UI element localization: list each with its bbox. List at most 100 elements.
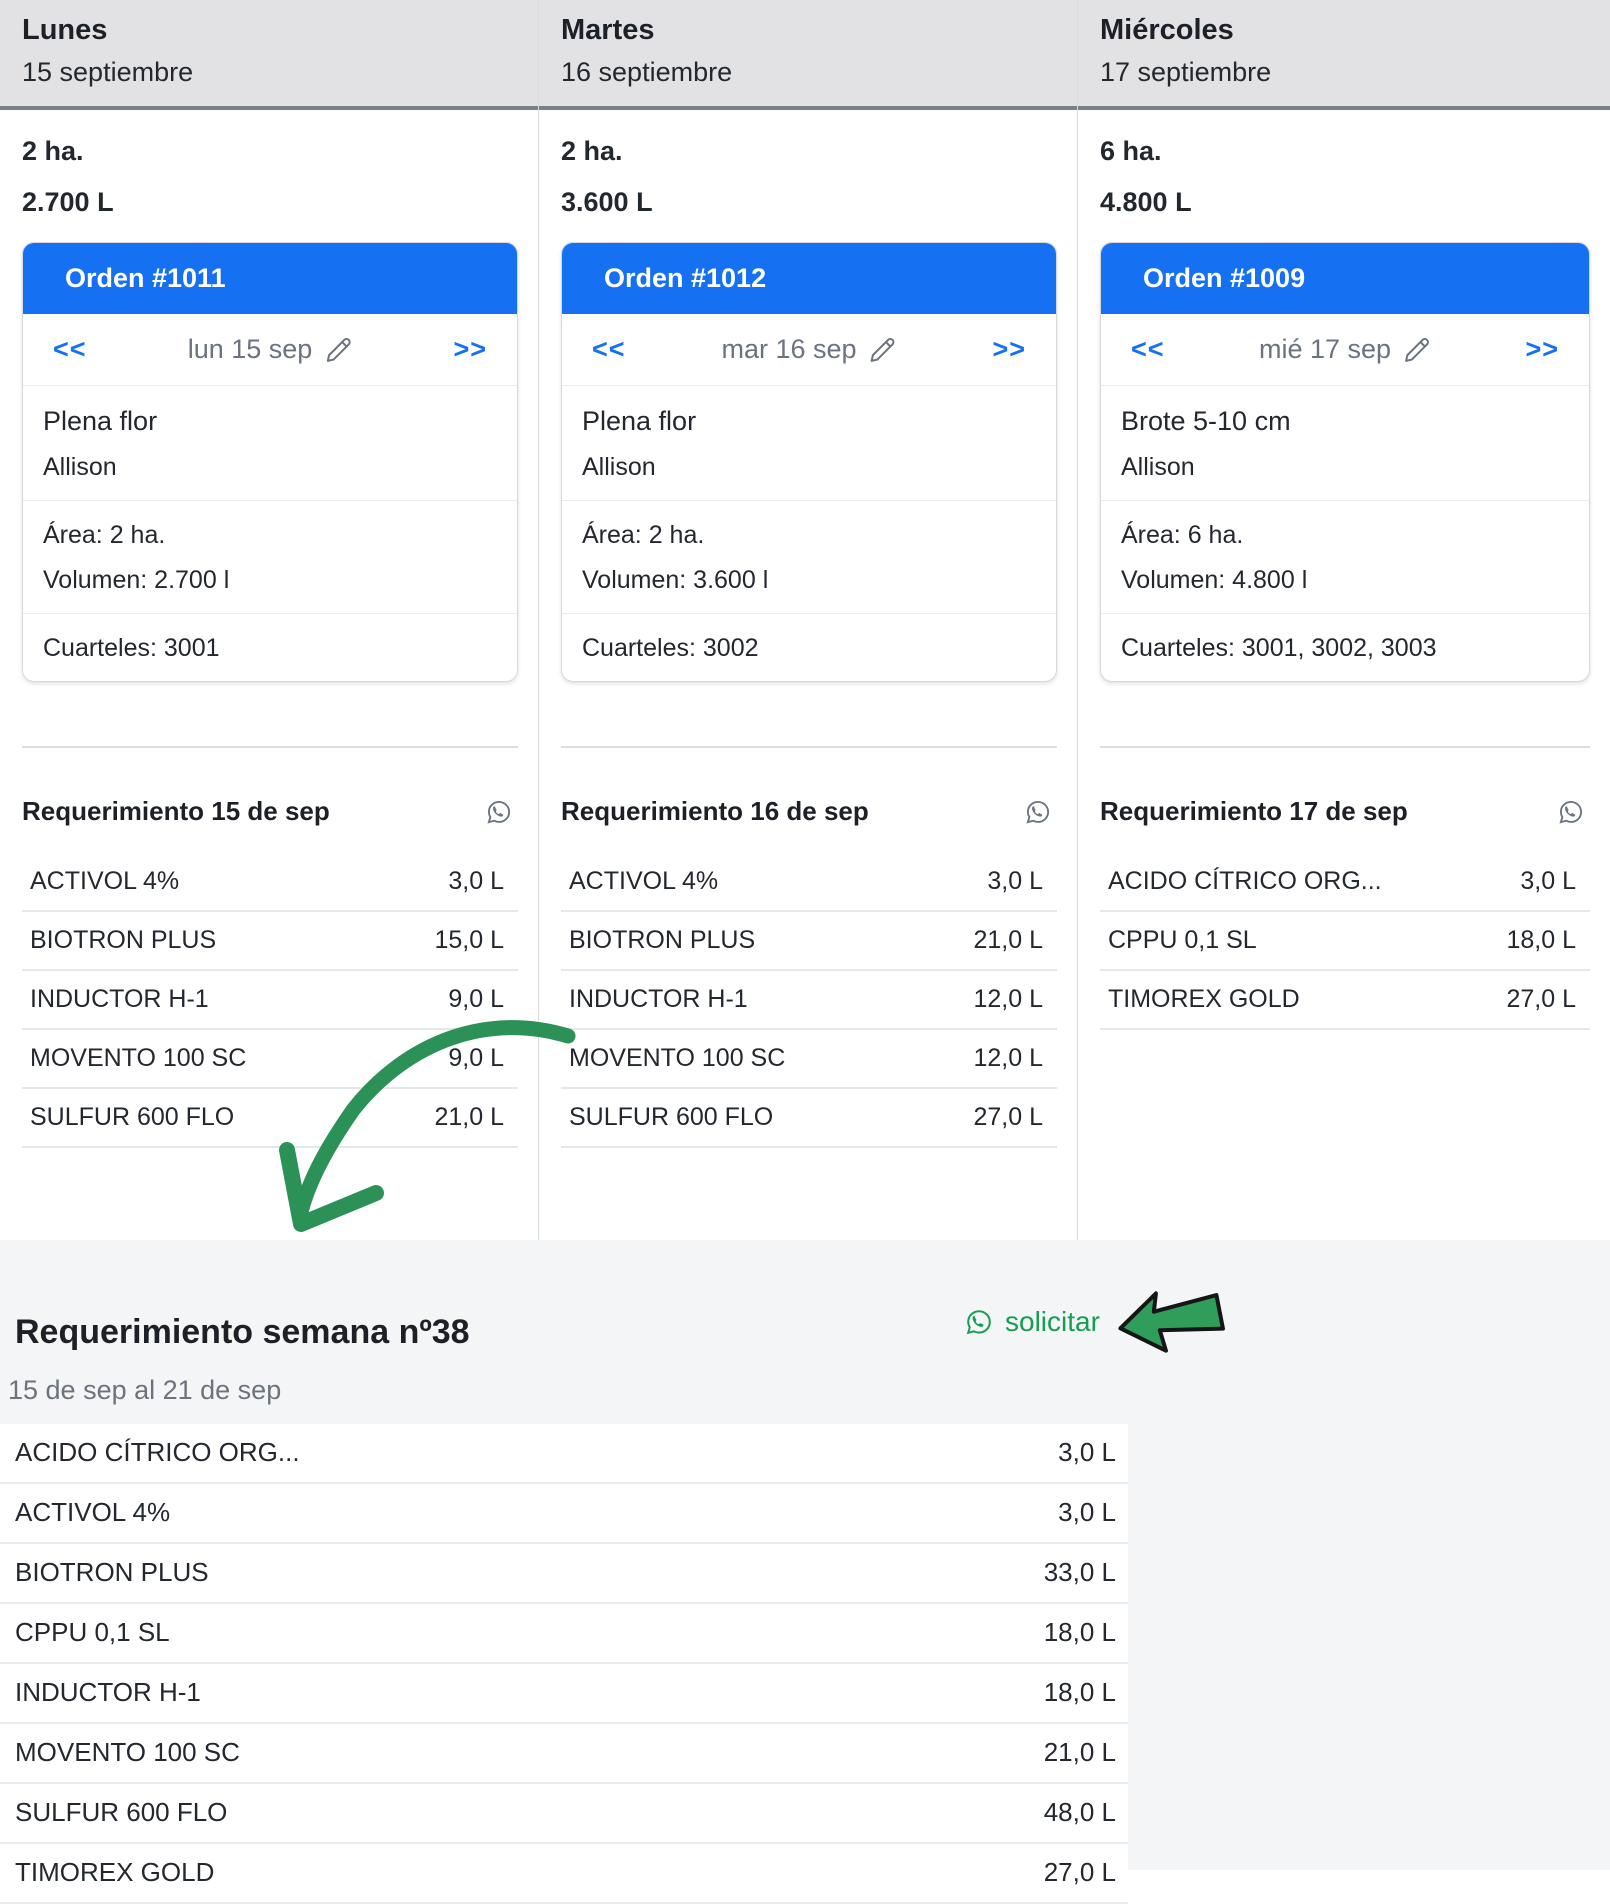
pencil-icon [324, 336, 352, 364]
product-name: MOVENTO 100 SC [15, 1737, 240, 1768]
order-date-edit[interactable]: lun 15 sep [188, 334, 353, 365]
order-date-label: lun 15 sep [188, 334, 313, 365]
day-total-area: 2 ha. [22, 136, 518, 167]
day-date: 16 septiembre [561, 57, 1055, 88]
order-metrics-section: Área: 2 ha. Volumen: 3.600 l [562, 500, 1056, 613]
table-row: SULFUR 600 FLO 21,0 L [22, 1089, 518, 1148]
table-row: INDUCTOR H-118,0 L [0, 1664, 1128, 1724]
product-name: ACIDO CÍTRICO ORG... [15, 1437, 300, 1468]
product-name: SULFUR 600 FLO [30, 1103, 234, 1132]
product-qty: 3,0 L [448, 867, 504, 896]
order-card-header[interactable]: Orden #1012 [562, 243, 1056, 314]
order-card-header[interactable]: Orden #1011 [23, 243, 517, 314]
product-name: TIMOREX GOLD [15, 1857, 214, 1888]
product-name: INDUCTOR H-1 [569, 985, 748, 1014]
product-name: ACTIVOL 4% [15, 1497, 170, 1528]
table-row: ACTIVOL 4% 3,0 L [561, 853, 1057, 912]
order-stage: Brote 5-10 cm [1121, 406, 1569, 437]
order-card: Orden #1009 << mié 17 sep >> Brote 5-10 … [1100, 242, 1590, 682]
product-name: ACTIVOL 4% [569, 867, 718, 896]
order-next-day-button[interactable]: >> [1525, 334, 1559, 365]
product-qty: 3,0 L [987, 867, 1043, 896]
product-qty: 48,0 L [1044, 1797, 1116, 1828]
day-body: 2 ha. 2.700 L Orden #1011 << lun 15 sep … [0, 136, 538, 1148]
requirement-header: Requerimiento 15 de sep [22, 796, 518, 827]
whatsapp-icon[interactable] [1556, 797, 1586, 827]
column-divider [1100, 746, 1590, 748]
product-name: MOVENTO 100 SC [569, 1044, 785, 1073]
order-prev-day-button[interactable]: << [592, 334, 626, 365]
requirement-header: Requerimiento 17 de sep [1100, 796, 1590, 827]
product-qty: 33,0 L [1044, 1557, 1116, 1588]
order-stage: Plena flor [582, 406, 1036, 437]
whatsapp-icon[interactable] [1023, 797, 1053, 827]
order-cuarteles-section: Cuarteles: 3002 [562, 613, 1056, 681]
whatsapp-icon[interactable] [484, 797, 514, 827]
product-qty: 15,0 L [434, 926, 504, 955]
table-row: MOVENTO 100 SC9,0 L [22, 1030, 518, 1089]
product-name: INDUCTOR H-1 [30, 985, 209, 1014]
product-qty: 12,0 L [973, 1044, 1043, 1073]
request-whatsapp-link[interactable]: solicitar [963, 1306, 1100, 1338]
product-name: SULFUR 600 FLO [569, 1103, 773, 1132]
product-qty: 21,0 L [434, 1103, 504, 1132]
order-next-day-button[interactable]: >> [453, 334, 487, 365]
table-row: INDUCTOR H-19,0 L [22, 971, 518, 1030]
day-total-volume: 4.800 L [1100, 187, 1590, 218]
order-cuarteles-section: Cuarteles: 3001, 3002, 3003 [1101, 613, 1589, 681]
table-row: CPPU 0,1 SL18,0 L [0, 1604, 1128, 1664]
product-name: TIMOREX GOLD [1108, 985, 1300, 1014]
day-total-volume: 3.600 L [561, 187, 1057, 218]
requirement-title: Requerimiento 15 de sep [22, 796, 330, 827]
order-next-day-button[interactable]: >> [992, 334, 1026, 365]
product-name: BIOTRON PLUS [30, 926, 216, 955]
order-stage-section: Brote 5-10 cm Allison [1101, 385, 1589, 500]
order-volume: Volumen: 4.800 l [1121, 566, 1569, 595]
table-row: MOVENTO 100 SC 21,0 L [0, 1724, 1128, 1784]
order-date-edit[interactable]: mié 17 sep [1259, 334, 1431, 365]
order-prev-day-button[interactable]: << [53, 334, 87, 365]
product-name: BIOTRON PLUS [569, 926, 755, 955]
order-stage-section: Plena flor Allison [23, 385, 517, 500]
product-qty: 3,0 L [1520, 867, 1576, 896]
day-name: Martes [561, 14, 1055, 47]
week-requirement-table: ACIDO CÍTRICO ORG... 3,0 L ACTIVOL 4% 3,0 … [0, 1424, 1128, 1904]
order-card: Orden #1012 << mar 16 sep >> Plena flor … [561, 242, 1057, 682]
order-volume: Volumen: 2.700 l [43, 566, 497, 595]
day-column-monday: Lunes 15 septiembre 2 ha. 2.700 L Orden … [0, 0, 539, 1240]
order-card-header[interactable]: Orden #1009 [1101, 243, 1589, 314]
column-divider [22, 746, 518, 748]
product-qty: 9,0 L [448, 1044, 504, 1073]
week-date-range: 15 de sep al 21 de sep [8, 1375, 1610, 1406]
product-name: CPPU 0,1 SL [1108, 926, 1257, 955]
table-row: SULFUR 600 FLO27,0 L [561, 1089, 1057, 1148]
product-qty: 3,0 L [1058, 1497, 1116, 1528]
week-day-columns: Lunes 15 septiembre 2 ha. 2.700 L Orden … [0, 0, 1610, 1240]
day-total-area: 6 ha. [1100, 136, 1590, 167]
product-name: INDUCTOR H-1 [15, 1677, 201, 1708]
table-row: TIMOREX GOLD27,0 L [1100, 971, 1590, 1030]
order-card: Orden #1011 << lun 15 sep >> Plena flor … [22, 242, 518, 682]
pencil-icon [1403, 336, 1431, 364]
product-qty: 21,0 L [1044, 1737, 1116, 1768]
day-body: 2 ha. 3.600 L Orden #1012 << mar 16 sep … [539, 136, 1077, 1148]
table-row: ACIDO CÍTRICO ORG... 3,0 L [0, 1424, 1128, 1484]
table-row: ACIDO CÍTRICO ORG...3,0 L [1100, 853, 1590, 912]
column-divider [561, 746, 1057, 748]
order-date-label: mar 16 sep [721, 334, 856, 365]
day-name: Miércoles [1100, 14, 1588, 47]
order-prev-day-button[interactable]: << [1131, 334, 1165, 365]
pencil-icon [869, 336, 897, 364]
table-row: BIOTRON PLUS33,0 L [0, 1544, 1128, 1604]
order-date-edit[interactable]: mar 16 sep [721, 334, 896, 365]
order-volume: Volumen: 3.600 l [582, 566, 1036, 595]
product-qty: 21,0 L [973, 926, 1043, 955]
product-qty: 27,0 L [1044, 1857, 1116, 1888]
order-date-nav: << mié 17 sep >> [1101, 314, 1589, 385]
order-date-label: mié 17 sep [1259, 334, 1391, 365]
product-qty: 3,0 L [1058, 1437, 1116, 1468]
table-row: ACTIVOL 4%3,0 L [22, 853, 518, 912]
order-cuarteles: Cuarteles: 3001, 3002, 3003 [1121, 634, 1569, 663]
day-column-wednesday: Miércoles 17 septiembre 6 ha. 4.800 L Or… [1078, 0, 1610, 1240]
requirement-header: Requerimiento 16 de sep [561, 796, 1057, 827]
